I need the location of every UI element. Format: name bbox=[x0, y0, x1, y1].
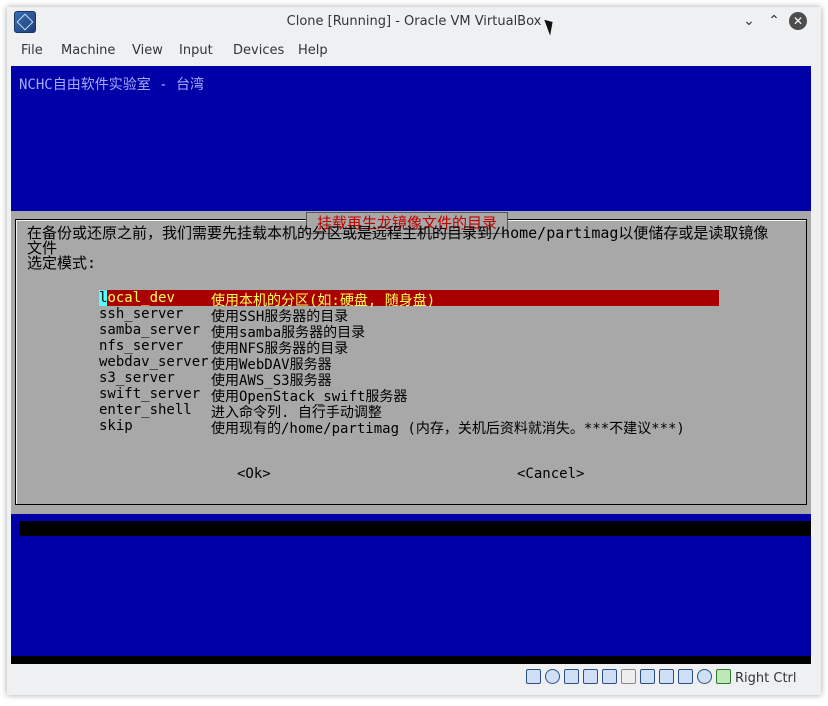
close-button[interactable]: ✕ bbox=[789, 12, 807, 30]
option-key: ssh_server bbox=[99, 306, 184, 322]
option-key: swift_server bbox=[99, 386, 201, 402]
option-ssh-server[interactable]: ssh_server 使用SSH服务器的目录 bbox=[99, 306, 719, 325]
option-key: webdav_server bbox=[99, 354, 209, 370]
prompt-line-2: 文件 bbox=[27, 239, 58, 257]
shared-folder-icon[interactable] bbox=[621, 669, 636, 684]
option-webdav-server[interactable]: webdav_server 使用WebDAV服务器 bbox=[99, 354, 719, 373]
bottom-strip bbox=[11, 656, 811, 664]
network-icon[interactable] bbox=[583, 669, 598, 684]
ok-button[interactable]: <Ok> bbox=[237, 466, 271, 482]
chevron-down-icon: ⌄ bbox=[743, 13, 755, 29]
option-samba-server[interactable]: samba_server 使用samba服务器的目录 bbox=[99, 322, 719, 341]
option-key-rest: ocal_dev bbox=[107, 290, 175, 306]
optical-drive-icon[interactable] bbox=[545, 669, 560, 684]
option-key: local_dev bbox=[99, 290, 175, 306]
option-list: local_dev 使用本机的分区(如:硬盘, 随身盘) ssh_server … bbox=[99, 290, 719, 437]
option-swift-server[interactable]: swift_server 使用OpenStack_swift服务器 bbox=[99, 386, 719, 405]
keyboard-icon[interactable] bbox=[716, 669, 731, 684]
vm-screen[interactable]: NCHC自由软件实验室 - 台湾 挂载再生龙镜像文件的目录 在备份或还原之前，我… bbox=[11, 66, 811, 664]
option-key: skip bbox=[99, 418, 133, 434]
chevron-up-icon: ⌃ bbox=[768, 13, 780, 29]
display-icon[interactable] bbox=[640, 669, 655, 684]
prompt-line-3: 选定模式: bbox=[27, 254, 97, 272]
menu-devices[interactable]: Devices bbox=[233, 43, 284, 58]
prompt-line-1: 在备份或还原之前，我们需要先挂载本机的分区或是远程主机的目录到/home/par… bbox=[27, 224, 769, 242]
option-key: s3_server bbox=[99, 370, 175, 386]
cpu-icon[interactable] bbox=[678, 669, 693, 684]
host-key-label: Right Ctrl bbox=[735, 671, 797, 686]
mouse-integration-icon[interactable] bbox=[697, 669, 712, 684]
cancel-button[interactable]: <Cancel> bbox=[517, 466, 584, 482]
option-s3-server[interactable]: s3_server 使用AWS_S3服务器 bbox=[99, 370, 719, 389]
option-local-dev[interactable]: local_dev 使用本机的分区(如:硬盘, 随身盘) bbox=[99, 290, 719, 309]
minimize-button[interactable]: ⌄ bbox=[740, 12, 758, 30]
option-desc: 使用现有的/home/partimag (内存，关机后资料就消失。***不建议*… bbox=[211, 421, 685, 437]
option-key: enter_shell bbox=[99, 402, 192, 418]
virtualbox-window: Clone [Running] - Oracle VM VirtualBox ⌄… bbox=[7, 7, 821, 695]
menu-machine[interactable]: Machine bbox=[61, 43, 115, 58]
title-bar[interactable]: Clone [Running] - Oracle VM VirtualBox ⌄… bbox=[7, 7, 821, 36]
menu-file[interactable]: File bbox=[21, 43, 43, 58]
audio-icon[interactable] bbox=[564, 669, 579, 684]
dialog-prompt: 在备份或还原之前，我们需要先挂载本机的分区或是远程主机的目录到/home/par… bbox=[27, 226, 807, 271]
usb-icon[interactable] bbox=[602, 669, 617, 684]
video-capture-icon[interactable] bbox=[659, 669, 674, 684]
hard-disk-icon[interactable] bbox=[526, 669, 541, 684]
option-nfs-server[interactable]: nfs_server 使用NFS服务器的目录 bbox=[99, 338, 719, 357]
maximize-button[interactable]: ⌃ bbox=[765, 12, 783, 30]
menu-help[interactable]: Help bbox=[298, 43, 328, 58]
menu-bar: File Machine View Input Devices Help bbox=[7, 36, 821, 66]
option-key: nfs_server bbox=[99, 338, 184, 354]
menu-view[interactable]: View bbox=[132, 43, 163, 58]
banner-text: NCHC自由软件实验室 - 台湾 bbox=[19, 77, 205, 93]
window-title: Clone [Running] - Oracle VM VirtualBox bbox=[286, 14, 542, 29]
menu-input[interactable]: Input bbox=[179, 43, 213, 58]
status-bar: Right Ctrl bbox=[7, 664, 821, 695]
option-skip[interactable]: skip 使用现有的/home/partimag (内存，关机后资料就消失。**… bbox=[99, 418, 719, 437]
close-icon: ✕ bbox=[792, 14, 804, 28]
option-key: samba_server bbox=[99, 322, 201, 338]
option-enter-shell[interactable]: enter_shell 进入命令列. 自行手动调整 bbox=[99, 402, 719, 421]
shadow-bar bbox=[19, 521, 811, 536]
